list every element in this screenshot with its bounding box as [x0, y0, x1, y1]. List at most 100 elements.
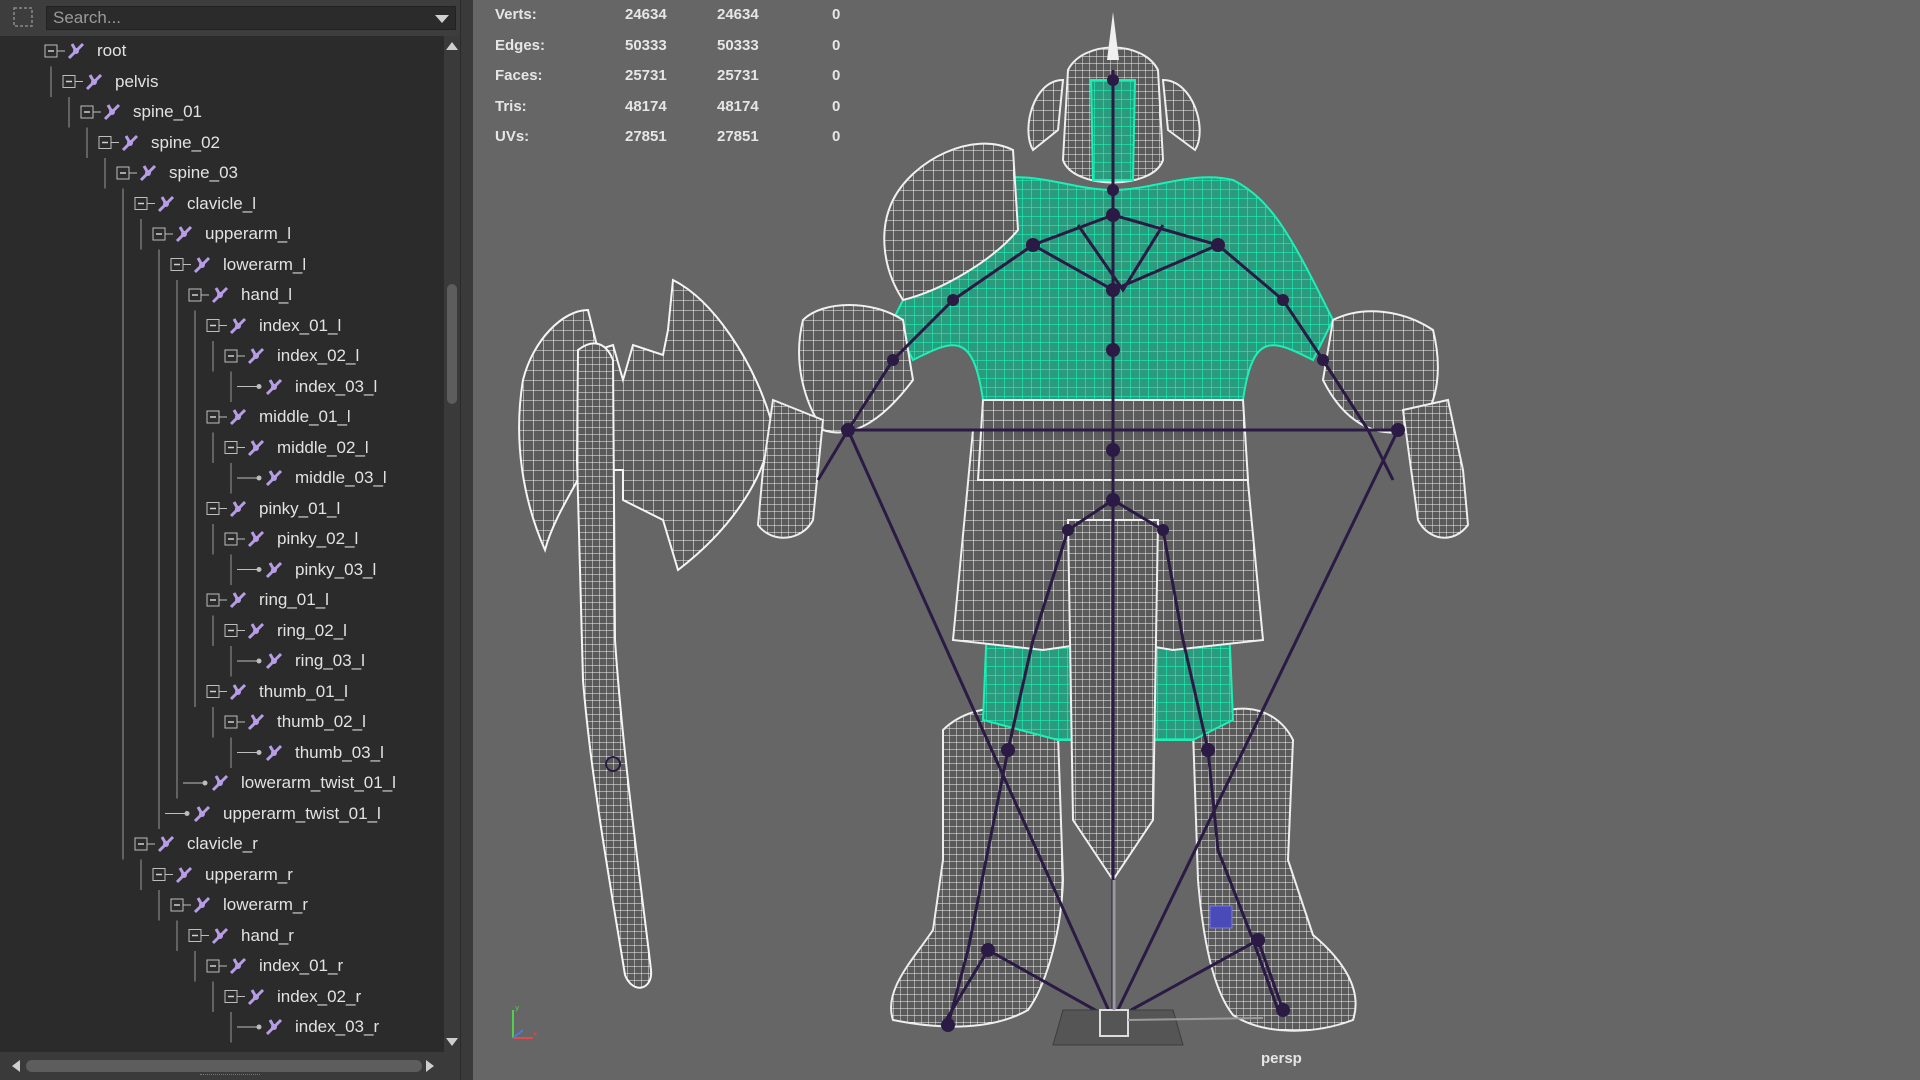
joint-icon	[211, 286, 229, 304]
hud-label: Verts:	[495, 6, 537, 23]
outliner-item-lowerarm-twist-01-l[interactable]: lowerarm_twist_01_l	[209, 768, 396, 798]
hud-value-other: 0	[832, 67, 841, 84]
outliner-item-label: pinky_01_l	[259, 498, 341, 518]
axis-gizmo-icon: y x	[512, 1004, 537, 1039]
joint-icon	[211, 774, 229, 792]
joint-icon	[193, 256, 211, 273]
outliner-item-root[interactable]: root	[65, 36, 126, 66]
vertical-scrollbar[interactable]	[444, 36, 460, 1052]
outliner-item-label: thumb_02_l	[277, 712, 366, 731]
outliner-item-index-02-r[interactable]: index_02_r	[245, 982, 361, 1012]
outliner-item-ring-01-l[interactable]: ring_01_l	[227, 585, 329, 615]
outliner-item-thumb-03-l[interactable]: thumb_03_l	[263, 738, 384, 768]
outliner-item-label: thumb_03_l	[295, 742, 384, 762]
outliner-item-ring-02-l[interactable]: ring_02_l	[245, 616, 347, 646]
outliner-item-pinky-02-l[interactable]: pinky_02_l	[245, 524, 358, 554]
outliner-item-index-02-l[interactable]: index_02_l	[245, 341, 359, 371]
hud-value-total: 25731	[625, 67, 667, 84]
scroll-right-arrow-icon[interactable]	[426, 1060, 434, 1072]
outliner-item-pelvis[interactable]: pelvis	[83, 67, 158, 97]
hud-label: Edges:	[495, 36, 546, 54]
horizontal-scroll-thumb[interactable]	[26, 1060, 422, 1072]
outliner-item-clavicle-r[interactable]: clavicle_r	[155, 829, 258, 859]
outliner-item-lowerarm-l[interactable]: lowerarm_l	[191, 250, 306, 280]
outliner-item-label: spine_01	[133, 102, 203, 121]
outliner-item-label: middle_01_l	[259, 407, 351, 426]
outliner-item-label: ring_03_l	[295, 651, 365, 670]
vertical-scroll-thumb[interactable]	[447, 284, 457, 404]
joint-icon	[121, 134, 139, 151]
outliner-item-label: clavicle_r	[187, 834, 258, 853]
outliner-item-middle-03-l[interactable]: middle_03_l	[263, 463, 387, 493]
joint-icon	[85, 73, 103, 90]
outliner-item-thumb-01-l[interactable]: thumb_01_l	[227, 677, 348, 707]
viewport-persp[interactable]: Verts: 24634 24634 0 Edges: 50333 50333 0 Faces:…	[473, 0, 1920, 1080]
joint-icon	[229, 500, 247, 517]
outliner-item-middle-02-l[interactable]: middle_02_l	[245, 433, 369, 463]
outliner-item-pinky-03-l[interactable]: pinky_03_l	[263, 555, 376, 585]
search-field[interactable]	[46, 6, 456, 30]
outliner-item-index-01-l[interactable]: index_01_l	[227, 311, 341, 341]
outliner-item-label: index_03_l	[295, 376, 378, 396]
outliner-item-spine-02[interactable]: spine_02	[119, 128, 220, 158]
hud-value-selected: 25731	[717, 67, 759, 84]
outliner-item-middle-01-l[interactable]: middle_01_l	[227, 402, 351, 432]
joint-icon	[211, 927, 229, 944]
joint-icon	[265, 744, 283, 761]
search-dropdown-icon[interactable]	[435, 15, 449, 23]
scroll-down-arrow-icon[interactable]	[446, 1038, 458, 1046]
filter-icon[interactable]	[12, 6, 34, 28]
joint-icon	[139, 164, 157, 182]
horizontal-scrollbar[interactable]	[0, 1052, 460, 1080]
axe-mesh[interactable]	[518, 278, 773, 989]
outliner-item-clavicle-l[interactable]: clavicle_l	[155, 189, 256, 219]
joint-icon	[229, 591, 247, 609]
joint-icon	[175, 866, 193, 883]
scroll-left-arrow-icon[interactable]	[12, 1060, 20, 1072]
panel-divider[interactable]	[460, 0, 474, 1080]
outliner-item-hand-r[interactable]: hand_r	[209, 921, 294, 951]
joint-icon	[247, 713, 265, 731]
outliner-item-label: spine_03	[169, 163, 239, 182]
outliner-item-pinky-01-l[interactable]: pinky_01_l	[227, 494, 340, 524]
search-input[interactable]	[47, 7, 429, 29]
outliner-item-upperarm-l[interactable]: upperarm_l	[173, 219, 291, 249]
outliner-item-upperarm-twist-01-l[interactable]: upperarm_twist_01_l	[191, 799, 381, 829]
scroll-up-arrow-icon[interactable]	[446, 42, 458, 50]
search-row	[0, 0, 460, 36]
outliner-item-label: index_01_r	[259, 956, 344, 975]
joint-icon	[265, 561, 283, 578]
outliner-item-index-03-r[interactable]: index_03_r	[263, 1012, 379, 1042]
outliner-item-label: index_02_r	[277, 986, 362, 1006]
hud-row-tris: Tris: 48174 48174 0	[495, 92, 895, 122]
joint-icon	[247, 439, 265, 456]
svg-text:y: y	[515, 1004, 519, 1012]
outliner-item-label: upperarm_l	[205, 224, 291, 243]
outliner-item-label: clavicle_l	[187, 193, 256, 213]
joint-icon	[175, 225, 193, 243]
hud-value-selected: 50333	[717, 36, 759, 54]
outliner-item-label: ring_02_l	[277, 620, 347, 640]
outliner-item-thumb-02-l[interactable]: thumb_02_l	[245, 707, 366, 737]
outliner-item-hand-l[interactable]: hand_l	[209, 280, 292, 310]
outliner-item-index-01-r[interactable]: index_01_r	[227, 951, 343, 981]
outliner-item-spine-01[interactable]: spine_01	[101, 97, 202, 127]
hud-value-total: 24634	[625, 6, 667, 23]
joint-icon	[103, 103, 121, 121]
outliner-item-label: lowerarm_r	[223, 895, 309, 914]
outliner-item-ring-03-l[interactable]: ring_03_l	[263, 646, 365, 676]
joint-icon	[67, 42, 85, 60]
outliner-item-label: upperarm_r	[205, 864, 293, 884]
hud-value-other: 0	[832, 128, 841, 145]
outliner-item-index-03-l[interactable]: index_03_l	[263, 372, 377, 402]
outliner-item-label: pinky_03_l	[295, 559, 377, 579]
outliner-item-lowerarm-r[interactable]: lowerarm_r	[191, 890, 308, 920]
outliner-tree[interactable]: root pelvis spine_01 spine_02 spine_03clavic…	[0, 36, 444, 1052]
joint-icon	[265, 652, 283, 670]
hud-value-total: 50333	[625, 36, 667, 54]
resize-grip[interactable]	[200, 1074, 260, 1078]
outliner-item-spine-03[interactable]: spine_03	[137, 158, 238, 188]
outliner-item-label: spine_02	[151, 132, 221, 152]
outliner-item-upperarm-r[interactable]: upperarm_r	[173, 860, 293, 890]
joint-icon	[157, 835, 175, 853]
